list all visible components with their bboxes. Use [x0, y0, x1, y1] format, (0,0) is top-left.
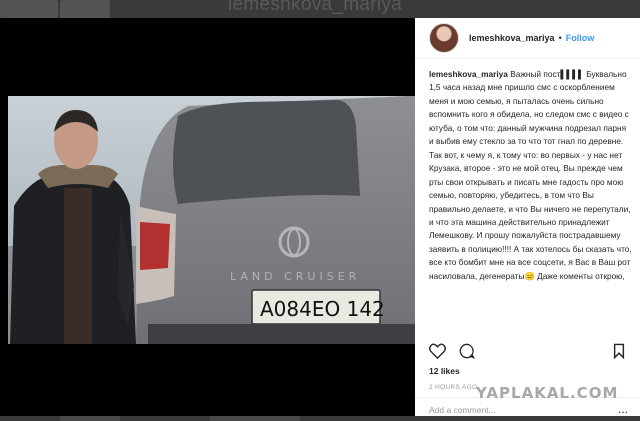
background-thumbnail	[0, 0, 58, 18]
license-plate-text: А084ЕО 142	[260, 297, 385, 321]
post-side-panel: lemeshkova_mariya • Follow lemeshkova_ma…	[415, 18, 640, 418]
suv-rear: LAND CRUISER А084ЕО 142	[136, 96, 415, 344]
background-profile-title: lemeshkova_mariya	[228, 0, 403, 15]
comment-input[interactable]	[429, 402, 599, 418]
heart-icon[interactable]	[429, 343, 446, 359]
follow-button[interactable]: Follow	[566, 33, 595, 43]
separator-dot: •	[558, 33, 562, 43]
caption-username[interactable]: lemeshkova_mariya	[429, 69, 508, 79]
post-username[interactable]: lemeshkova_mariya	[469, 33, 555, 43]
caption-text: Важный пост▌▌▌▌ Буквально 1,5 часа назад…	[429, 69, 632, 281]
background-thumbnail	[60, 0, 110, 18]
comment-icon[interactable]	[459, 343, 475, 359]
more-options-button[interactable]: ...	[618, 403, 628, 415]
post-actions	[429, 343, 629, 359]
bookmark-icon[interactable]	[613, 343, 625, 359]
avatar[interactable]	[429, 23, 459, 53]
post-photo: LAND CRUISER А084ЕО 142	[8, 96, 415, 344]
photo-scene: LAND CRUISER А084ЕО 142	[8, 96, 415, 344]
likes-count[interactable]: 12 likes	[429, 366, 460, 376]
post-caption: lemeshkova_mariya Важный пост▌▌▌▌ Буквал…	[429, 68, 632, 336]
post-header: lemeshkova_mariya • Follow	[415, 18, 640, 59]
car-badge: LAND CRUISER	[230, 270, 360, 283]
post-media[interactable]: LAND CRUISER А084ЕО 142	[0, 18, 415, 416]
post-timestamp: 2 HOURS AGO	[429, 384, 478, 391]
watermark: YAPLAKAL.COM	[476, 384, 619, 402]
